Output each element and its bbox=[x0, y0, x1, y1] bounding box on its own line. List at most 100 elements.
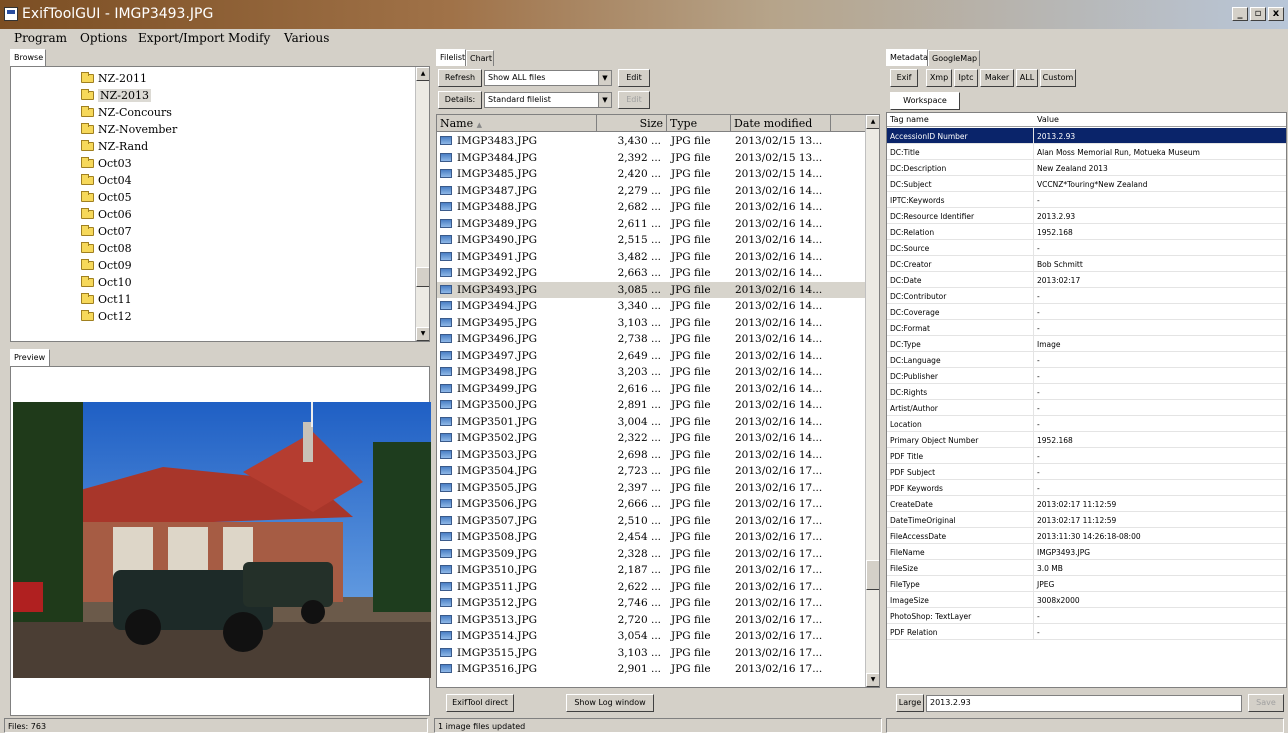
file-row[interactable]: IMGP3485.JPG 2,420 ... JPG file 2013/02/15 … bbox=[437, 166, 865, 182]
refresh-button[interactable]: Refresh bbox=[438, 69, 482, 87]
tab-browse[interactable]: Browse bbox=[10, 49, 46, 66]
metadata-row[interactable]: FileType JPEG bbox=[887, 576, 1286, 592]
file-row[interactable]: IMGP3503.JPG 2,698 ... JPG file 2013/02/16 … bbox=[437, 447, 865, 463]
file-list[interactable]: Name ▲ Size Type Date modified ▲ ▼ IMGP3… bbox=[436, 114, 880, 688]
column-tag-name[interactable]: Tag name bbox=[890, 115, 929, 124]
folder-item[interactable]: NZ-Concours bbox=[81, 104, 172, 121]
tree-scrollbar[interactable]: ▲ ▼ bbox=[415, 67, 429, 341]
file-row[interactable]: IMGP3507.JPG 2,510 ... JPG file 2013/02/16 … bbox=[437, 513, 865, 529]
custom-button[interactable]: Custom bbox=[1040, 69, 1076, 87]
value-edit-field[interactable]: 2013.2.93 bbox=[926, 695, 1242, 712]
column-date[interactable]: Date modified bbox=[731, 115, 831, 132]
scroll-thumb[interactable] bbox=[866, 560, 879, 590]
file-filter-select[interactable]: Show ALL files ▼ bbox=[484, 70, 612, 86]
file-row[interactable]: IMGP3495.JPG 3,103 ... JPG file 2013/02/16 … bbox=[437, 315, 865, 331]
file-row[interactable]: IMGP3494.JPG 3,340 ... JPG file 2013/02/16 … bbox=[437, 298, 865, 314]
file-row[interactable]: IMGP3502.JPG 2,322 ... JPG file 2013/02/16 … bbox=[437, 430, 865, 446]
metadata-row[interactable]: DC:Language - bbox=[887, 352, 1286, 368]
file-row[interactable]: IMGP3516.JPG 2,901 ... JPG file 2013/02/16 … bbox=[437, 661, 865, 677]
folder-item[interactable]: Oct04 bbox=[81, 172, 132, 189]
metadata-row[interactable]: DC:Relation 1952.168 bbox=[887, 224, 1286, 240]
metadata-row[interactable]: PDF Relation - bbox=[887, 624, 1286, 640]
file-row[interactable]: IMGP3499.JPG 2,616 ... JPG file 2013/02/16 … bbox=[437, 381, 865, 397]
folder-item[interactable]: Oct05 bbox=[81, 189, 132, 206]
metadata-row[interactable]: PDF Keywords - bbox=[887, 480, 1286, 496]
file-row[interactable]: IMGP3505.JPG 2,397 ... JPG file 2013/02/16 … bbox=[437, 480, 865, 496]
chevron-down-icon[interactable]: ▼ bbox=[598, 93, 611, 107]
xmp-button[interactable]: Xmp bbox=[926, 69, 952, 87]
file-row[interactable]: IMGP3497.JPG 2,649 ... JPG file 2013/02/16 … bbox=[437, 348, 865, 364]
metadata-row[interactable]: DC:Subject VCCNZ*Touring*New Zealand bbox=[887, 176, 1286, 192]
column-name[interactable]: Name ▲ bbox=[437, 115, 597, 132]
file-row[interactable]: IMGP3491.JPG 3,482 ... JPG file 2013/02/16 … bbox=[437, 249, 865, 265]
file-row[interactable]: IMGP3508.JPG 2,454 ... JPG file 2013/02/16 … bbox=[437, 529, 865, 545]
file-row[interactable]: IMGP3515.JPG 3,103 ... JPG file 2013/02/16 … bbox=[437, 645, 865, 661]
metadata-row[interactable]: PhotoShop: TextLayer - bbox=[887, 608, 1286, 624]
metadata-row[interactable]: DC:Type Image bbox=[887, 336, 1286, 352]
tab-googlemap[interactable]: GoogleMap bbox=[928, 50, 980, 66]
metadata-row[interactable]: Primary Object Number 1952.168 bbox=[887, 432, 1286, 448]
tab-preview[interactable]: Preview bbox=[10, 349, 50, 366]
file-row[interactable]: IMGP3512.JPG 2,746 ... JPG file 2013/02/16 … bbox=[437, 595, 865, 611]
close-button[interactable]: x bbox=[1268, 7, 1284, 21]
edit-details-button[interactable]: Edit bbox=[618, 91, 650, 109]
file-row[interactable]: IMGP3496.JPG 2,738 ... JPG file 2013/02/16 … bbox=[437, 331, 865, 347]
show-log-button[interactable]: Show Log window bbox=[566, 694, 654, 712]
scroll-up-icon[interactable]: ▲ bbox=[866, 115, 879, 129]
exiftool-direct-button[interactable]: ExifTool direct bbox=[446, 694, 514, 712]
metadata-row[interactable]: DC:Description New Zealand 2013 bbox=[887, 160, 1286, 176]
file-row[interactable]: IMGP3498.JPG 3,203 ... JPG file 2013/02/16 … bbox=[437, 364, 865, 380]
file-row[interactable]: IMGP3511.JPG 2,622 ... JPG file 2013/02/16 … bbox=[437, 579, 865, 595]
metadata-row[interactable]: PDF Title - bbox=[887, 448, 1286, 464]
edit-filter-button[interactable]: Edit bbox=[618, 69, 650, 87]
file-row[interactable]: IMGP3513.JPG 2,720 ... JPG file 2013/02/16 … bbox=[437, 612, 865, 628]
metadata-row[interactable]: DC:Publisher - bbox=[887, 368, 1286, 384]
workspace-tab[interactable]: Workspace bbox=[890, 92, 960, 110]
folder-item[interactable]: Oct07 bbox=[81, 223, 132, 240]
tab-filelist[interactable]: Filelist bbox=[436, 49, 466, 66]
filelist-scrollbar[interactable]: ▲ ▼ bbox=[865, 115, 879, 687]
folder-item[interactable]: NZ-November bbox=[81, 121, 177, 138]
metadata-row[interactable]: DC:Creator Bob Schmitt bbox=[887, 256, 1286, 272]
file-row[interactable]: IMGP3500.JPG 2,891 ... JPG file 2013/02/16 … bbox=[437, 397, 865, 413]
folder-item[interactable]: NZ-Rand bbox=[81, 138, 148, 155]
file-row[interactable]: IMGP3510.JPG 2,187 ... JPG file 2013/02/16 … bbox=[437, 562, 865, 578]
metadata-row[interactable]: Location - bbox=[887, 416, 1286, 432]
file-row[interactable]: IMGP3504.JPG 2,723 ... JPG file 2013/02/16 … bbox=[437, 463, 865, 479]
metadata-row[interactable]: CreateDate 2013:02:17 11:12:59 bbox=[887, 496, 1286, 512]
file-row[interactable]: IMGP3509.JPG 2,328 ... JPG file 2013/02/16 … bbox=[437, 546, 865, 562]
iptc-button[interactable]: Iptc bbox=[954, 69, 978, 87]
file-row[interactable]: IMGP3506.JPG 2,666 ... JPG file 2013/02/16 … bbox=[437, 496, 865, 512]
metadata-row[interactable]: DC:Source - bbox=[887, 240, 1286, 256]
metadata-grid[interactable]: Tag name Value AccessionID Number 2013.2.… bbox=[886, 112, 1287, 688]
file-row[interactable]: IMGP3492.JPG 2,663 ... JPG file 2013/02/16 … bbox=[437, 265, 865, 281]
chevron-down-icon[interactable]: ▼ bbox=[598, 71, 611, 85]
minimize-button[interactable]: _ bbox=[1232, 7, 1248, 21]
folder-item[interactable]: NZ-2013 bbox=[81, 87, 151, 104]
file-row[interactable]: IMGP3490.JPG 2,515 ... JPG file 2013/02/16 … bbox=[437, 232, 865, 248]
file-row[interactable]: IMGP3487.JPG 2,279 ... JPG file 2013/02/16 … bbox=[437, 183, 865, 199]
folder-item[interactable]: Oct10 bbox=[81, 274, 132, 291]
metadata-row[interactable]: DC:Date 2013:02:17 bbox=[887, 272, 1286, 288]
menu-program[interactable]: Program bbox=[14, 31, 67, 45]
folder-item[interactable]: Oct12 bbox=[81, 308, 132, 325]
metadata-row[interactable]: IPTC:Keywords - bbox=[887, 192, 1286, 208]
metadata-row[interactable]: ImageSize 3008x2000 bbox=[887, 592, 1286, 608]
metadata-row[interactable]: DateTimeOriginal 2013:02:17 11:12:59 bbox=[887, 512, 1286, 528]
details-button[interactable]: Details: bbox=[438, 91, 482, 109]
scroll-down-icon[interactable]: ▼ bbox=[416, 327, 429, 341]
menu-modify[interactable]: Modify bbox=[228, 31, 270, 45]
file-row[interactable]: IMGP3501.JPG 3,004 ... JPG file 2013/02/16 … bbox=[437, 414, 865, 430]
file-row[interactable]: IMGP3488.JPG 2,682 ... JPG file 2013/02/16 … bbox=[437, 199, 865, 215]
maker-button[interactable]: Maker bbox=[980, 69, 1014, 87]
exif-button[interactable]: Exif bbox=[890, 69, 918, 87]
folder-item[interactable]: Oct03 bbox=[81, 155, 132, 172]
tab-metadata[interactable]: Metadata bbox=[886, 49, 928, 66]
folder-item[interactable]: Oct09 bbox=[81, 257, 132, 274]
folder-item[interactable]: Oct11 bbox=[81, 291, 132, 308]
menu-various[interactable]: Various bbox=[284, 31, 329, 45]
folder-tree[interactable]: ▲ ▼ NZ-2011 NZ-2013 NZ-Concours NZ-November… bbox=[10, 66, 430, 342]
metadata-row[interactable]: DC:Title Alan Moss Memorial Run, Motueka … bbox=[887, 144, 1286, 160]
folder-item[interactable]: Oct06 bbox=[81, 206, 132, 223]
folder-item[interactable]: NZ-2011 bbox=[81, 70, 147, 87]
